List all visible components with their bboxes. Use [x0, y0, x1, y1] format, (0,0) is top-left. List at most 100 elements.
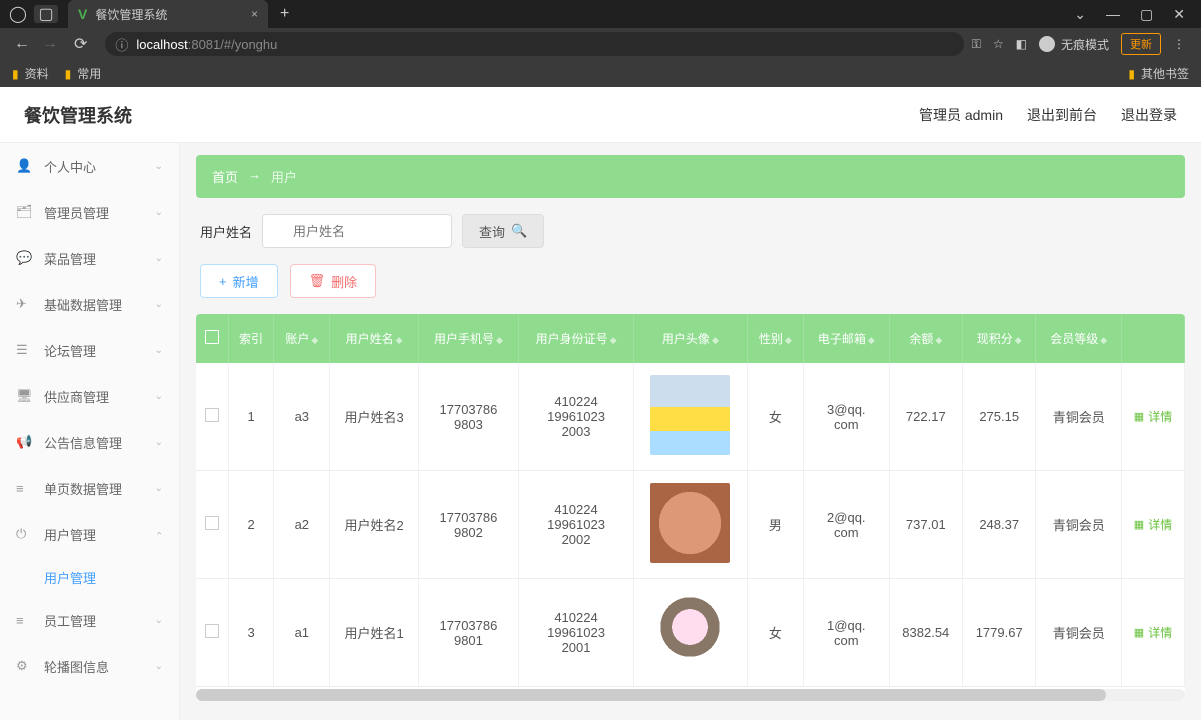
sort-icon[interactable]: ◆	[496, 335, 503, 345]
menu-icon: 👤	[16, 158, 36, 174]
sidebar-item[interactable]: 💬菜品管理⌄	[0, 235, 179, 281]
chevron-down-icon: ⌄	[155, 615, 163, 626]
globe-icon[interactable]: ◯	[8, 5, 28, 23]
action-row: + 新增 🗑 删除	[196, 264, 1185, 298]
add-button[interactable]: + 新增	[200, 264, 278, 298]
forward-button[interactable]: →	[36, 35, 64, 53]
column-header[interactable]: 余额◆	[889, 314, 962, 363]
sort-icon[interactable]: ◆	[396, 335, 403, 345]
cell-phone: 177037869802	[418, 471, 518, 579]
row-checkbox[interactable]	[205, 516, 219, 530]
menu-icon: ⚙	[16, 658, 36, 674]
column-header[interactable]: 现积分◆	[963, 314, 1036, 363]
close-tab-icon[interactable]: ×	[251, 7, 258, 21]
sidebar-item[interactable]: 🖥供应商管理⌄	[0, 373, 179, 419]
new-tab-button[interactable]: +	[280, 5, 289, 23]
sort-icon[interactable]: ◆	[785, 335, 792, 345]
column-header[interactable]: 索引	[228, 314, 273, 363]
cell-name: 用户姓名1	[330, 579, 418, 687]
star-icon[interactable]: ☆	[993, 37, 1004, 51]
key-icon[interactable]: ⚿	[972, 37, 981, 52]
close-window-icon[interactable]: ✕	[1173, 6, 1185, 23]
detail-button[interactable]: ▦详情	[1134, 624, 1172, 641]
main-content: 首页 → 用户 用户姓名 🔍 查询 🔍 + 新增	[180, 143, 1201, 720]
username-input[interactable]	[262, 214, 452, 248]
bookmark-folder[interactable]: ▮资料	[12, 65, 49, 82]
column-header[interactable]: 电子邮箱◆	[804, 314, 890, 363]
column-header	[196, 314, 228, 363]
column-header[interactable]: 账户◆	[274, 314, 330, 363]
chevron-down-icon: ⌄	[155, 253, 163, 264]
browser-tab[interactable]: V 餐饮管理系统 ×	[68, 0, 268, 28]
cell-points: 275.15	[963, 363, 1036, 471]
cell-level: 青铜会员	[1036, 471, 1122, 579]
sort-icon[interactable]: ◆	[935, 335, 942, 345]
incognito-indicator[interactable]: 无痕模式	[1039, 36, 1109, 53]
row-checkbox[interactable]	[205, 408, 219, 422]
column-header[interactable]: 用户头像◆	[634, 314, 748, 363]
horizontal-scrollbar[interactable]	[196, 689, 1185, 701]
sidebar-label: 单页数据管理	[44, 479, 122, 498]
logout-link[interactable]: 退出登录	[1121, 105, 1177, 125]
panel-icon[interactable]: ◧	[1016, 37, 1027, 51]
cell-level: 青铜会员	[1036, 363, 1122, 471]
cell-account: a3	[274, 363, 330, 471]
cell-avatar	[634, 363, 748, 471]
cell-balance: 722.17	[889, 363, 962, 471]
menu-icon[interactable]: ⋮	[1173, 37, 1185, 51]
sidebar-item[interactable]: ⚙轮播图信息⌄	[0, 643, 179, 689]
site-icon[interactable]: ▢	[34, 5, 58, 23]
sidebar-item[interactable]: ⏻用户管理⌄	[0, 511, 179, 557]
chevron-down-icon: ⌄	[155, 299, 163, 310]
sidebar-item[interactable]: 📢公告信息管理⌄	[0, 419, 179, 465]
sort-icon[interactable]: ◆	[1015, 335, 1022, 345]
column-header[interactable]: 用户姓名◆	[330, 314, 418, 363]
sort-icon[interactable]: ◆	[868, 335, 875, 345]
sort-icon[interactable]: ◆	[311, 335, 318, 345]
column-header[interactable]: 会员等级◆	[1036, 314, 1122, 363]
reload-button[interactable]: ⟳	[64, 34, 97, 54]
detail-button[interactable]: ▦详情	[1134, 408, 1172, 425]
url-host: localhost	[136, 37, 187, 52]
data-table: 索引账户◆用户姓名◆用户手机号◆用户身份证号◆用户头像◆性别◆电子邮箱◆余额◆现…	[196, 314, 1185, 701]
minimize-icon[interactable]: —	[1106, 6, 1120, 23]
admin-label[interactable]: 管理员 admin	[919, 105, 1003, 125]
scrollbar-thumb[interactable]	[196, 689, 1106, 701]
sidebar-subitem[interactable]: 用户管理	[0, 557, 179, 597]
update-button[interactable]: 更新	[1121, 33, 1161, 55]
query-button[interactable]: 查询 🔍	[462, 214, 544, 248]
back-button[interactable]: ←	[8, 35, 36, 53]
bookmark-folder[interactable]: ▮常用	[65, 65, 102, 82]
delete-button[interactable]: 🗑 删除	[290, 264, 377, 298]
breadcrumb-home[interactable]: 首页	[212, 167, 238, 186]
other-bookmarks[interactable]: ▮其他书签	[1128, 65, 1189, 82]
detail-button[interactable]: ▦详情	[1134, 516, 1172, 533]
sidebar-item[interactable]: ≡单页数据管理⌄	[0, 465, 179, 511]
avatar-image	[650, 483, 730, 563]
chevron-down-icon[interactable]: ⌄	[1074, 6, 1086, 23]
sidebar-item[interactable]: 🗂管理员管理⌄	[0, 189, 179, 235]
sidebar-item[interactable]: ☰论坛管理⌄	[0, 327, 179, 373]
url-input[interactable]: ⓘ localhost:8081/#/yonghu	[105, 32, 963, 56]
sidebar-label: 供应商管理	[44, 387, 109, 406]
sort-icon[interactable]: ◆	[712, 335, 719, 345]
document-icon: ▦	[1134, 410, 1144, 423]
cell-index: 1	[228, 363, 273, 471]
site-info-icon[interactable]: ⓘ	[115, 35, 128, 54]
column-header[interactable]: 用户手机号◆	[418, 314, 518, 363]
select-all-checkbox[interactable]	[205, 330, 219, 344]
exit-to-front-link[interactable]: 退出到前台	[1027, 105, 1097, 125]
sort-icon[interactable]: ◆	[610, 335, 617, 345]
sidebar-item[interactable]: 👤个人中心⌄	[0, 143, 179, 189]
sidebar-item[interactable]: ✈基础数据管理⌄	[0, 281, 179, 327]
menu-icon: 🖥	[16, 388, 36, 404]
maximize-icon[interactable]: ▢	[1140, 6, 1153, 23]
chevron-down-icon: ⌄	[155, 661, 163, 672]
column-header[interactable]: 用户身份证号◆	[519, 314, 634, 363]
column-header[interactable]: 性别◆	[747, 314, 803, 363]
filter-label: 用户姓名	[200, 222, 252, 241]
row-checkbox[interactable]	[205, 624, 219, 638]
window-controls: ⌄ — ▢ ✕	[1074, 6, 1201, 23]
sidebar-item[interactable]: ≡员工管理⌄	[0, 597, 179, 643]
sort-icon[interactable]: ◆	[1100, 335, 1107, 345]
